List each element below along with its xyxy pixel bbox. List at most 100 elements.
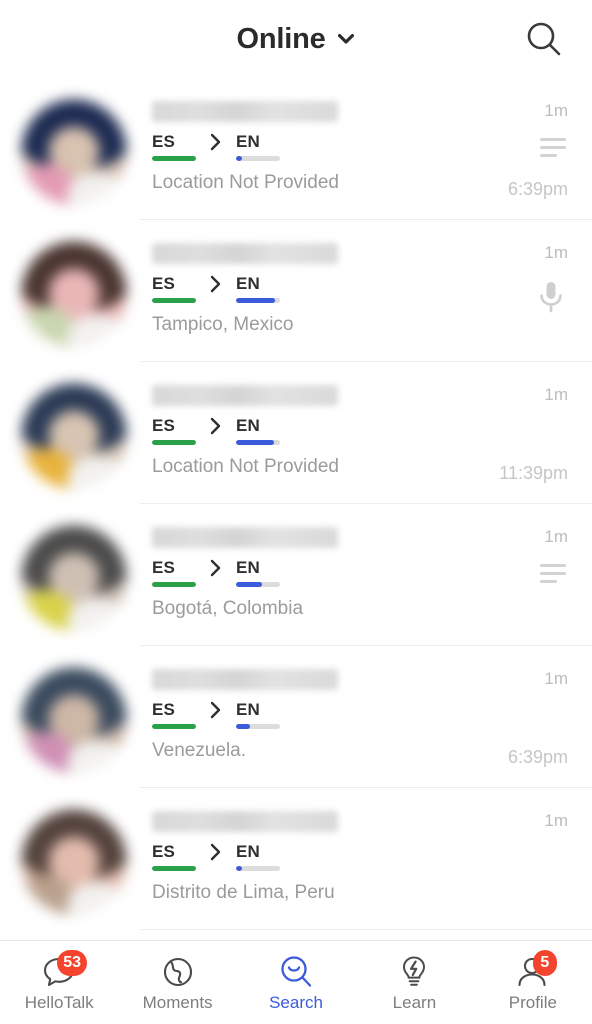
learning-language: EN [236,133,280,161]
learning-language: EN [236,275,280,303]
username-redacted [152,811,338,832]
native-language-code: ES [152,132,176,151]
username-redacted [152,243,338,264]
chevron-right-icon [210,417,221,435]
native-language: ES [152,559,196,587]
chevron-right-icon [210,133,221,151]
user-info: ES EN Location Not Provided 1m [152,376,570,488]
tab-moments[interactable]: Moments [118,941,236,1024]
globe-icon [158,955,198,989]
microphone-icon [536,280,566,319]
text-lines-icon [540,564,566,588]
user-list-item[interactable]: ES EN Venezuela. 1m 6:39pm [0,646,592,788]
learning-language-code: EN [236,700,261,719]
tab-label: Learn [392,992,437,1012]
last-active-time: 1m [544,243,568,262]
bottom-tab-bar: 53 HelloTalk Moments Search Learn 5 Prof… [0,940,592,1024]
user-info: ES EN Distrito de Lima, Peru 1m [152,802,570,914]
row-meta: 1m 6:39pm [450,92,570,204]
local-time: 6:39pm [507,747,568,767]
learning-level-bar [236,866,280,871]
chevron-right-icon [210,701,221,719]
learning-language-code: EN [236,842,261,861]
native-language-code: ES [152,842,176,861]
person-icon: 5 [513,949,557,989]
row-meta: 1m [450,802,570,914]
search-smile-icon [276,955,316,989]
native-language: ES [152,275,196,303]
avatar[interactable] [21,99,127,205]
username-redacted [152,669,338,690]
last-active-time: 1m [544,811,568,830]
user-list-item[interactable]: ES EN Location Not Provided 1m [0,362,592,504]
chevron-right-icon [210,843,221,861]
last-active-time: 1m [544,385,568,404]
learning-language: EN [236,417,280,445]
user-list-item[interactable]: ES EN Distrito de Lima, Peru 1m [0,788,592,930]
tab-label: Search [269,992,323,1012]
header: Online [0,0,592,78]
username-redacted [152,101,338,122]
avatar[interactable] [21,525,127,631]
native-language: ES [152,133,196,161]
user-list-item[interactable]: ES EN Bogotá, Colombia 1m [0,504,592,646]
native-level-bar [152,440,196,445]
notification-badge: 5 [532,949,557,976]
native-level-bar [152,298,196,303]
user-list-item[interactable]: ES EN Tampico, Mexico 1m [0,220,592,362]
last-active-time: 1m [544,527,568,546]
learning-level-bar [236,440,280,445]
learning-language: EN [236,559,280,587]
app-root: Online ES EN Location Not Provided 1m 6:… [0,0,592,1024]
tab-hellotalk[interactable]: 53 HelloTalk [0,941,118,1024]
tab-label: HelloTalk [24,992,94,1012]
chevron-down-icon [337,34,354,44]
username-redacted [152,385,338,406]
native-level-bar [152,582,196,587]
avatar[interactable] [21,809,127,915]
speech-bubble-icon: 53 [39,949,87,989]
chevron-right-icon [210,275,221,293]
chevron-right-icon [210,559,221,577]
local-time: 6:39pm [507,179,568,199]
row-meta: 1m [450,234,570,346]
user-list-item[interactable]: ES EN Location Not Provided 1m [0,78,592,220]
tab-learn[interactable]: Learn [355,941,473,1024]
learning-level-bar [236,156,280,161]
avatar[interactable] [21,667,127,773]
native-language: ES [152,417,196,445]
native-language-code: ES [152,274,176,293]
notification-badge: 53 [57,949,87,976]
native-language: ES [152,843,196,871]
user-list[interactable]: ES EN Location Not Provided 1m 6:39pm ES… [0,78,592,940]
learning-language-code: EN [236,274,261,293]
learning-level-bar [236,298,280,303]
last-active-time: 1m [544,101,568,120]
tab-label: Profile [508,992,557,1012]
tab-search[interactable]: Search [237,941,355,1024]
search-icon [527,22,561,56]
avatar[interactable] [21,383,127,489]
learning-language: EN [236,701,280,729]
local-time: 11:39pm [499,463,568,483]
row-meta: 1m [450,518,570,630]
native-language-code: ES [152,416,176,435]
native-language-code: ES [152,558,176,577]
native-level-bar [152,156,196,161]
learning-language-code: EN [236,132,261,151]
username-redacted [152,527,338,548]
last-active-time: 1m [544,669,568,688]
search-button[interactable] [522,17,566,61]
tab-label: Moments [142,992,213,1012]
native-level-bar [152,866,196,871]
row-meta: 1m 6:39pm [450,660,570,772]
user-info: ES EN Tampico, Mexico 1m [152,234,570,346]
learning-language: EN [236,843,280,871]
text-lines-icon [540,138,566,162]
user-info: ES EN Venezuela. 1m 6:39pm [152,660,570,772]
avatar[interactable] [21,241,127,347]
native-language-code: ES [152,700,176,719]
tab-profile[interactable]: 5 Profile [474,941,592,1024]
native-level-bar [152,724,196,729]
online-filter-dropdown[interactable]: Online [236,23,355,56]
